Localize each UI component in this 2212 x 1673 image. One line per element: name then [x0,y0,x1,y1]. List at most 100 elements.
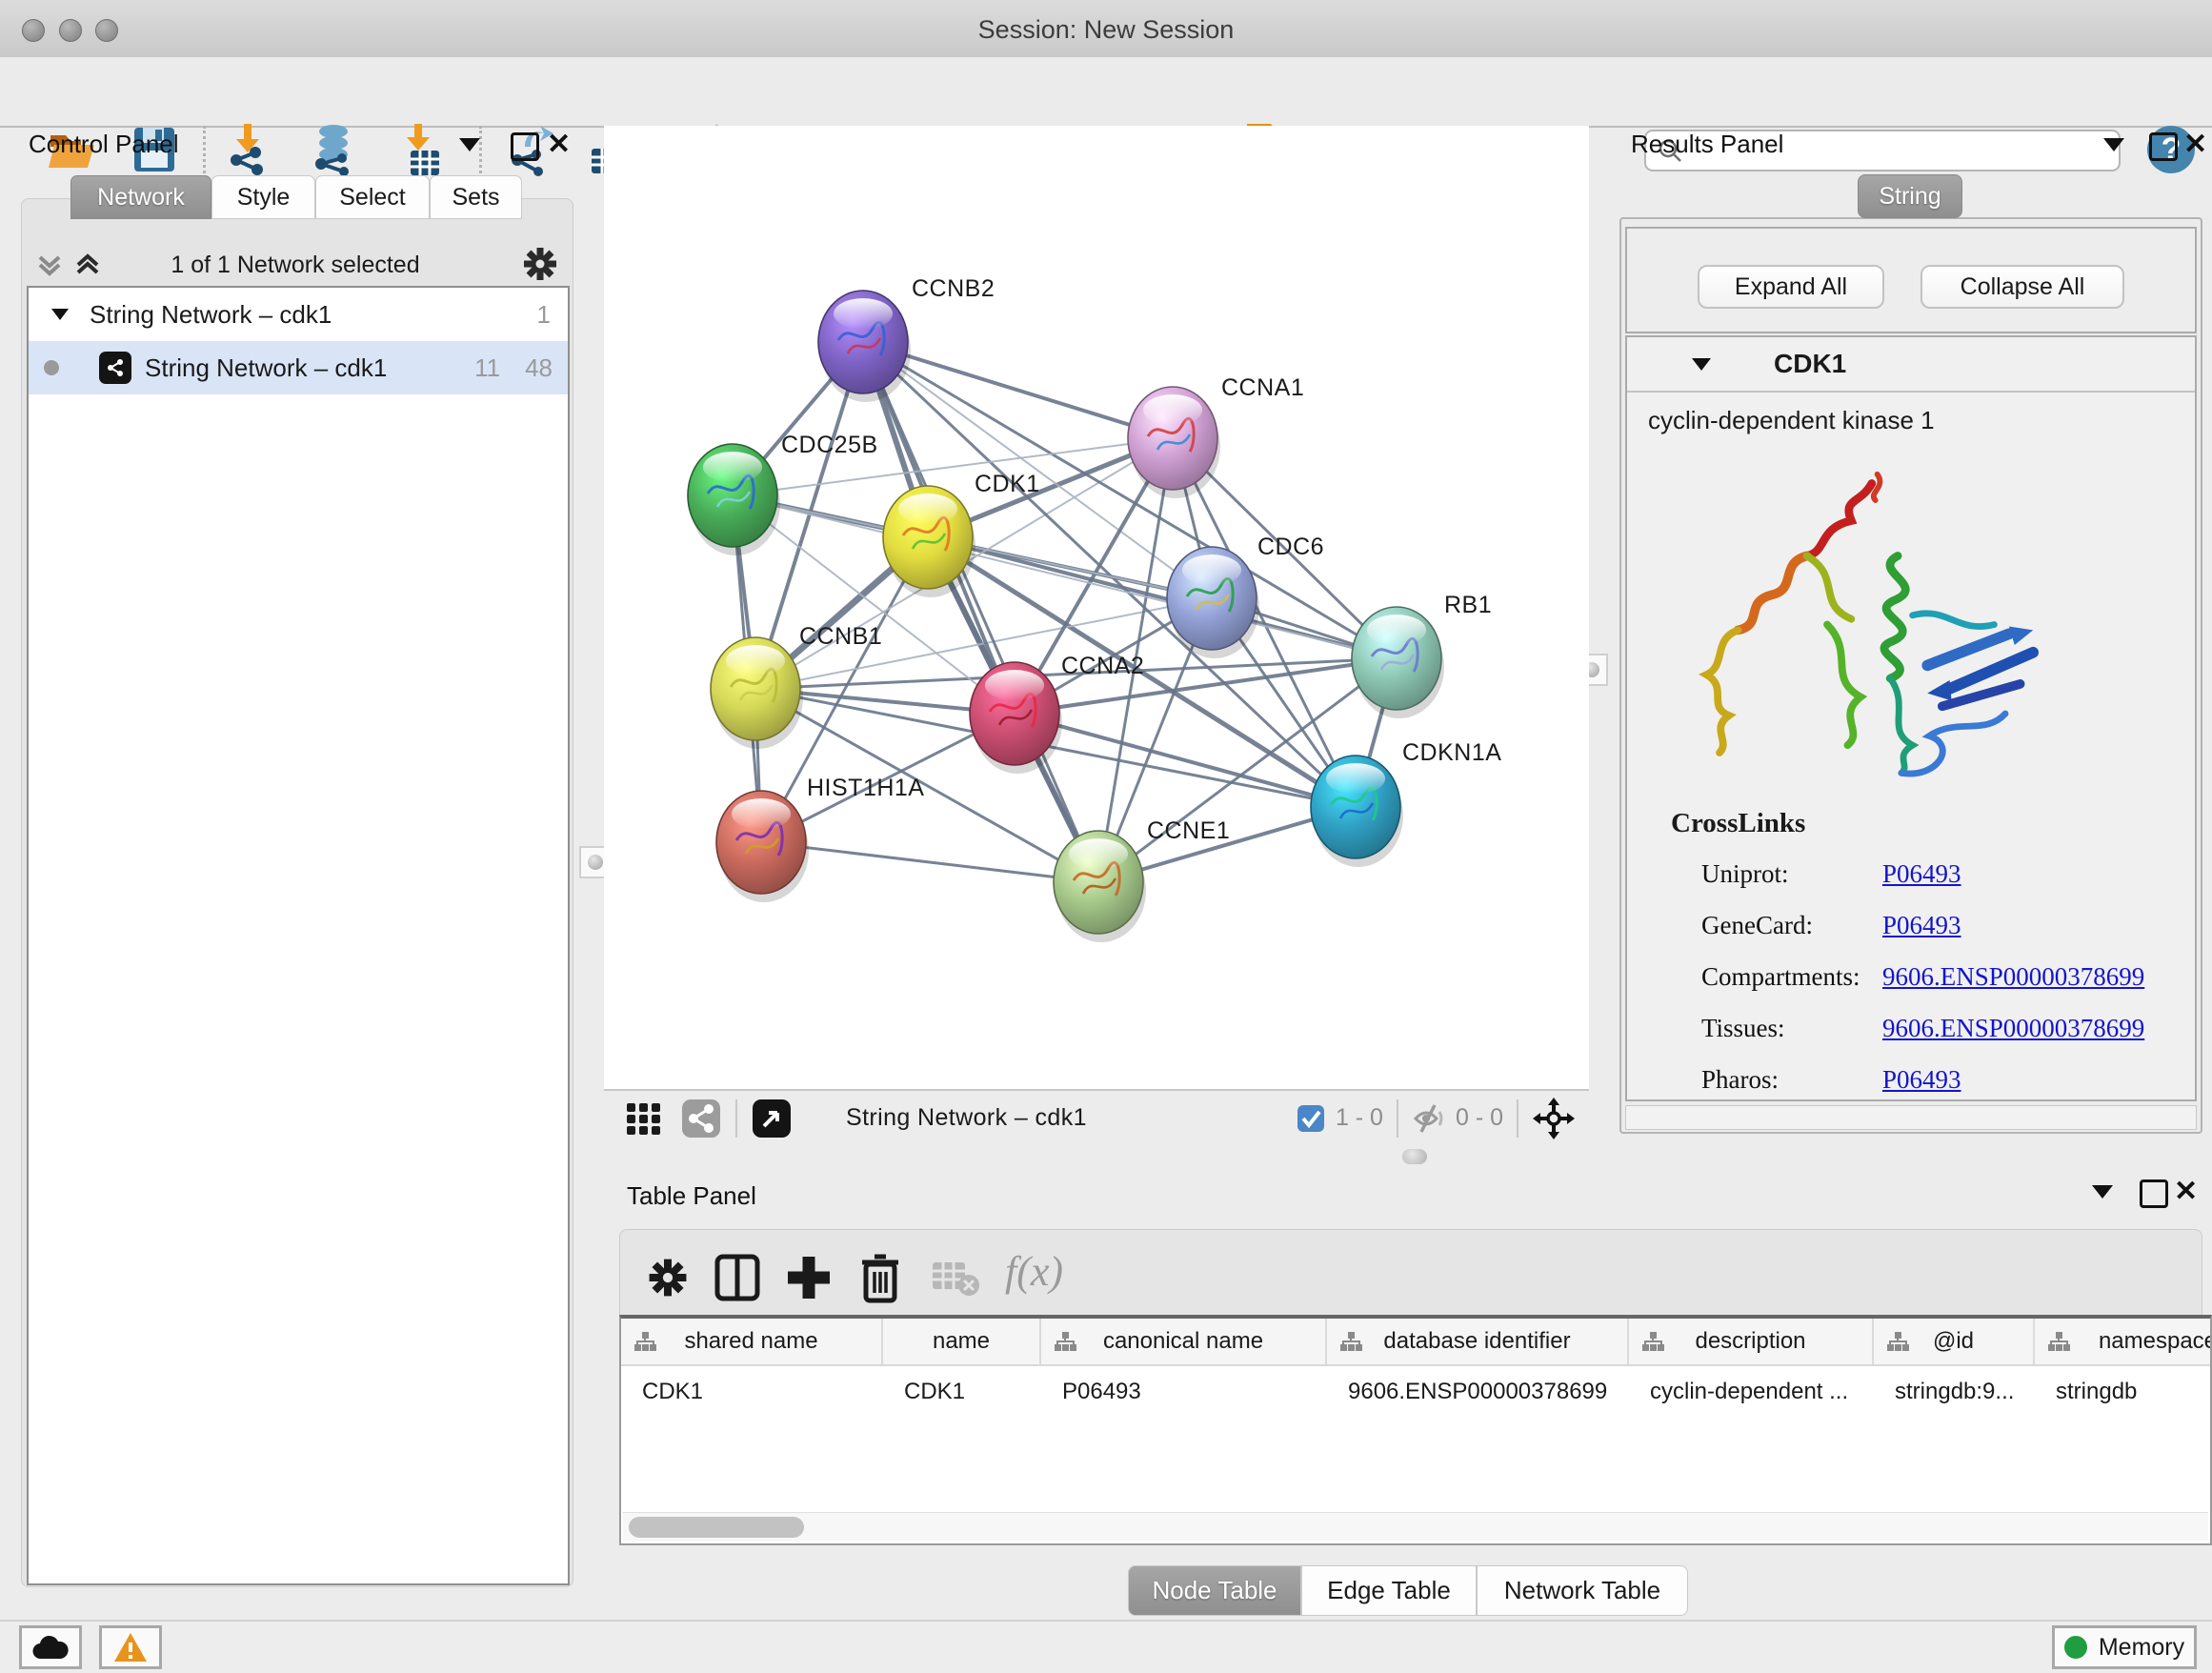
crosslink-row: Compartments:9606.ENSP00000378699 [1701,962,2144,992]
network-node-CCNA2[interactable] [970,662,1062,774]
import-table-icon[interactable] [395,122,451,177]
network-node-HIST1H1A[interactable] [716,791,809,902]
birds-eye-view-icon[interactable] [751,1098,793,1139]
delete-column-icon[interactable] [858,1251,902,1304]
table-cell: CDK1 [883,1379,1041,1405]
import-network-from-database-icon[interactable] [306,122,361,177]
table-panel-menu-icon[interactable] [2092,1185,2113,1199]
results-gene-box: CDK1 cyclin-dependent kinase 1 CrossLink… [1625,335,2197,1101]
collapse-all-networks-icon[interactable] [34,250,65,280]
gene-collapse-icon[interactable] [1692,358,1711,371]
table-panel-title: Table Panel [627,1181,756,1211]
table-cell: 9606.ENSP00000378699 [1327,1379,1629,1405]
results-scrollbar[interactable] [1625,1105,2197,1130]
gene-header-row[interactable]: CDK1 [1627,337,2195,393]
network-type-icon [99,352,131,384]
control-panel-close-icon[interactable]: ✕ [547,128,571,161]
control-panel-float-icon[interactable] [511,132,539,161]
crosslink-link[interactable]: 9606.ENSP00000378699 [1882,962,2144,992]
expand-all-button[interactable]: Expand All [1698,265,1884,309]
network-canvas[interactable]: CCNB2CCNA1CDC25BCDK1CDC6RB1CCNB1CCNA2CDK… [604,126,1589,1089]
column-header-description[interactable]: description [1629,1319,1874,1364]
main-toolbar: ? [0,57,2212,128]
network-node-CCNE1[interactable] [1054,831,1146,942]
tab-sets-label: Sets [452,184,499,212]
network-view-toolbar: String Network – cdk1 1 - 0 0 - 0 [604,1089,1589,1145]
node-label-CCNB1: CCNB1 [799,623,882,650]
network-selection-status: 1 of 1 Network selected [133,252,457,279]
selected-checkbox-icon[interactable] [1296,1103,1326,1134]
network-node-CCNB1[interactable] [711,637,803,749]
crosslink-link[interactable]: P06493 [1882,911,1961,940]
collapse-all-button[interactable]: Collapse All [1920,265,2124,309]
results-panel-close-icon[interactable]: ✕ [2183,128,2207,161]
column-header-name[interactable]: name [883,1319,1041,1364]
column-header-namespace[interactable]: namespace [2035,1319,2212,1364]
results-panel-title: Results Panel [1631,130,1783,159]
table-header-row: shared namenamecanonical namedatabase id… [621,1319,2210,1366]
network-node-CDKN1A[interactable] [1311,756,1403,867]
network-edge[interactable] [761,842,1098,882]
memory-status-icon [2064,1636,2087,1659]
bottom-splitter-grip[interactable] [1402,1149,1427,1164]
cloud-icon [31,1634,70,1661]
column-header-shared-name[interactable]: shared name [621,1319,883,1364]
network-row-selected[interactable]: String Network – cdk1 11 48 [29,341,568,394]
column-header-label: description [1695,1328,1805,1355]
function-builder-icon[interactable]: f(x) [1005,1247,1063,1296]
tab-string[interactable]: String [1858,174,1962,218]
show-columns-icon[interactable] [714,1253,761,1302]
tab-sets[interactable]: Sets [430,175,522,219]
table-row[interactable]: CDK1CDK1P064939606.ENSP00000378699cyclin… [621,1366,2210,1418]
node-label-CCNA2: CCNA2 [1061,653,1144,679]
column-header-database-identifier[interactable]: database identifier [1327,1319,1629,1364]
network-node-RB1[interactable] [1352,607,1444,718]
tab-network-table[interactable]: Network Table [1477,1565,1688,1616]
network-node-CDK1[interactable] [883,486,975,597]
collapse-all-label: Collapse All [1961,273,2085,301]
memory-button[interactable]: Memory [2052,1625,2197,1669]
tab-style[interactable]: Style [211,175,315,219]
table-hscrollbar[interactable] [623,1512,2208,1542]
expand-all-networks-icon[interactable] [72,250,103,280]
crosslink-link[interactable]: 9606.ENSP00000378699 [1882,1014,2144,1043]
network-node-CCNA1[interactable] [1128,387,1220,498]
add-column-icon[interactable] [784,1253,834,1302]
node-label-CCNB2: CCNB2 [912,275,995,302]
cloud-button[interactable] [19,1625,82,1669]
delete-table-icon[interactable] [931,1259,980,1297]
tab-network-table-label: Network Table [1504,1576,1660,1605]
tab-select[interactable]: Select [315,175,430,219]
expand-all-label: Expand All [1735,273,1847,301]
network-node-CCNB2[interactable] [818,291,911,402]
network-collection-row[interactable]: String Network – cdk1 1 [29,288,568,341]
results-panel-float-icon[interactable] [2149,132,2178,161]
column-header-@id[interactable]: @id [1874,1319,2035,1364]
network-node-CDC25B[interactable] [688,444,780,555]
network-row-label: String Network – cdk1 [145,353,387,383]
results-panel-menu-icon[interactable] [2103,138,2124,151]
grid-view-icon[interactable] [625,1099,663,1138]
title-bar: Session: New Session [0,0,2212,58]
network-panel-gear-icon[interactable] [520,244,560,284]
pan-crosshair-icon[interactable] [1532,1097,1576,1140]
network-share-view-icon[interactable] [680,1098,722,1139]
crosslink-link[interactable]: P06493 [1882,859,1961,889]
crosslink-row: Pharos:P06493 [1701,1065,1961,1095]
import-network-icon[interactable] [223,122,278,177]
tab-network[interactable]: Network [70,175,211,219]
table-hscrollbar-thumb[interactable] [629,1517,804,1538]
tab-node-table[interactable]: Node Table [1128,1565,1301,1616]
table-panel-close-icon[interactable]: ✕ [2174,1175,2198,1208]
hidden-eye-slash-icon[interactable] [1412,1100,1448,1137]
network-view-title: String Network – cdk1 [846,1104,1087,1132]
control-panel-menu-icon[interactable] [459,138,480,151]
collection-expand-icon[interactable] [51,309,69,320]
table-gear-icon[interactable] [645,1255,691,1300]
table-panel-float-icon[interactable] [2140,1179,2168,1208]
column-header-canonical-name[interactable]: canonical name [1041,1319,1327,1364]
warning-button[interactable] [99,1625,162,1669]
tab-edge-table[interactable]: Edge Table [1301,1565,1477,1616]
crosslink-link[interactable]: P06493 [1882,1065,1961,1095]
tab-string-label: String [1879,183,1941,211]
